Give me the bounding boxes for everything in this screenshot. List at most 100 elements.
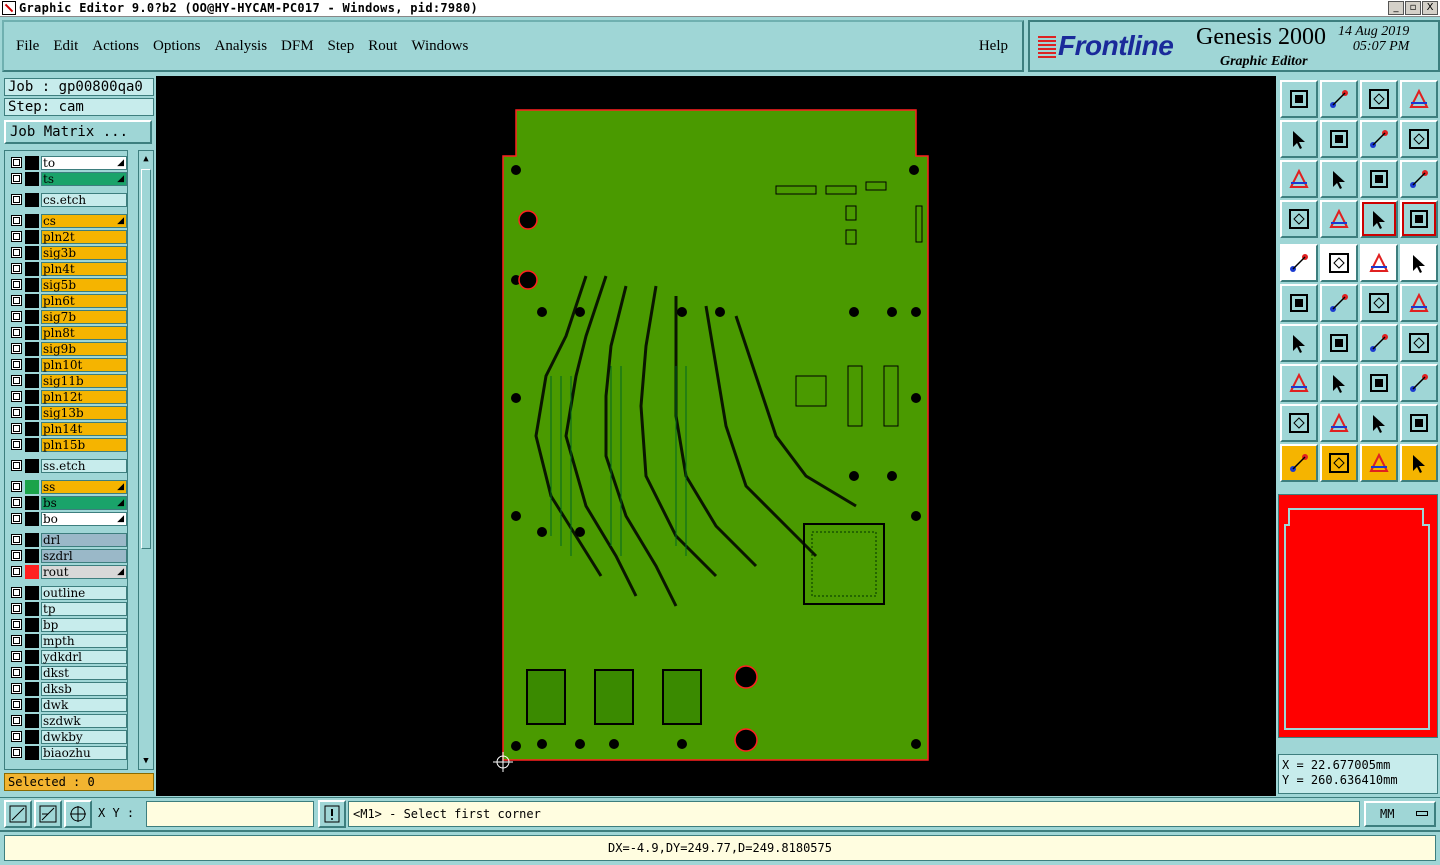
layer-checkbox[interactable] bbox=[11, 513, 22, 524]
layer-row[interactable]: sig7b bbox=[7, 309, 127, 324]
layer-row[interactable]: dksb bbox=[7, 681, 127, 696]
layer-name[interactable]: cs ◢ bbox=[41, 213, 127, 228]
layer-name[interactable]: mpth bbox=[41, 633, 127, 648]
units-dropdown[interactable]: MM bbox=[1364, 801, 1436, 827]
layer-name[interactable]: bo ◢ bbox=[41, 511, 127, 526]
layers-b-tool-button[interactable] bbox=[1400, 200, 1438, 238]
layer-checkbox[interactable] bbox=[11, 247, 22, 258]
layer-name[interactable]: pln2t bbox=[41, 229, 127, 244]
layer-checkbox[interactable] bbox=[11, 263, 22, 274]
layer-color-swatch[interactable] bbox=[25, 649, 39, 664]
scale-tool-button[interactable] bbox=[1360, 160, 1398, 198]
grid-mode-button[interactable] bbox=[64, 800, 92, 828]
layer-row[interactable]: dwk bbox=[7, 697, 127, 712]
graphic-canvas[interactable] bbox=[156, 76, 1276, 796]
layer-checkbox[interactable] bbox=[11, 566, 22, 577]
layer-color-swatch[interactable] bbox=[25, 585, 39, 600]
menu-edit[interactable]: Edit bbox=[53, 38, 78, 55]
layer-name[interactable]: biaozhu bbox=[41, 745, 127, 760]
tri-b-tool-button[interactable] bbox=[1320, 404, 1358, 442]
cursor-net-tool-button[interactable] bbox=[1400, 444, 1438, 482]
layer-checkbox[interactable] bbox=[11, 327, 22, 338]
layer-color-swatch[interactable] bbox=[25, 745, 39, 760]
board-overview[interactable] bbox=[1278, 494, 1438, 738]
layer-checkbox[interactable] bbox=[11, 311, 22, 322]
layer-color-swatch[interactable] bbox=[25, 437, 39, 452]
layer-row[interactable]: rout ◢ bbox=[7, 564, 127, 579]
layer-row[interactable]: pln8t bbox=[7, 325, 127, 340]
close-button[interactable]: X bbox=[1422, 1, 1438, 15]
layer-name[interactable]: ydkdrl bbox=[41, 649, 127, 664]
text-tool-button[interactable] bbox=[1400, 324, 1438, 362]
layer-row[interactable]: sig5b bbox=[7, 277, 127, 292]
layer-checkbox[interactable] bbox=[11, 215, 22, 226]
layer-row[interactable]: ss ◢ bbox=[7, 479, 127, 494]
layer-checkbox[interactable] bbox=[11, 651, 22, 662]
scroll-thumb[interactable] bbox=[141, 169, 151, 549]
angle-tool-button[interactable] bbox=[1280, 324, 1318, 362]
layer-checkbox[interactable] bbox=[11, 603, 22, 614]
layer-name[interactable]: to ◢ bbox=[41, 155, 127, 170]
menu-actions[interactable]: Actions bbox=[92, 38, 139, 55]
layer-color-swatch[interactable] bbox=[25, 293, 39, 308]
layer-row[interactable]: cs.etch bbox=[7, 192, 127, 207]
layer-color-swatch[interactable] bbox=[25, 421, 39, 436]
layer-row[interactable]: pln2t bbox=[7, 229, 127, 244]
layer-checkbox[interactable] bbox=[11, 375, 22, 386]
layer-name[interactable]: dkst bbox=[41, 665, 127, 680]
layer-color-swatch[interactable] bbox=[25, 341, 39, 356]
layer-color-swatch[interactable] bbox=[25, 548, 39, 563]
layer-row[interactable]: cs ◢ bbox=[7, 213, 127, 228]
layer-name[interactable]: szdwk bbox=[41, 713, 127, 728]
layer-name[interactable]: pln15b bbox=[41, 437, 127, 452]
menu-analysis[interactable]: Analysis bbox=[215, 38, 268, 55]
layer-color-swatch[interactable] bbox=[25, 633, 39, 648]
layer-color-swatch[interactable] bbox=[25, 665, 39, 680]
layer-color-swatch[interactable] bbox=[25, 389, 39, 404]
layer-color-swatch[interactable] bbox=[25, 373, 39, 388]
layer-name[interactable]: rout ◢ bbox=[41, 564, 127, 579]
layer-checkbox[interactable] bbox=[11, 667, 22, 678]
layer-name[interactable]: sig7b bbox=[41, 309, 127, 324]
layer-name[interactable]: szdrl bbox=[41, 548, 127, 563]
layer-color-swatch[interactable] bbox=[25, 479, 39, 494]
layer-checkbox[interactable] bbox=[11, 587, 22, 598]
xy-input[interactable] bbox=[146, 801, 314, 827]
alert-button[interactable] bbox=[318, 800, 346, 828]
layer-row[interactable]: to ◢ bbox=[7, 155, 127, 170]
layer-checkbox[interactable] bbox=[11, 231, 22, 242]
layer-color-swatch[interactable] bbox=[25, 729, 39, 744]
layer-checkbox[interactable] bbox=[11, 699, 22, 710]
layer-name[interactable]: sig9b bbox=[41, 341, 127, 356]
layer-row[interactable]: pln6t bbox=[7, 293, 127, 308]
zoom-out-tool-button[interactable] bbox=[1280, 120, 1318, 158]
layer-row[interactable]: mpth bbox=[7, 633, 127, 648]
layer-checkbox[interactable] bbox=[11, 359, 22, 370]
layer-color-swatch[interactable] bbox=[25, 697, 39, 712]
layers-a-tool-button[interactable] bbox=[1360, 200, 1398, 238]
layer-name[interactable]: sig3b bbox=[41, 245, 127, 260]
layer-color-swatch[interactable] bbox=[25, 458, 39, 473]
layer-name[interactable]: outline bbox=[41, 585, 127, 600]
layer-checkbox[interactable] bbox=[11, 391, 22, 402]
probe-tool-button[interactable] bbox=[1320, 200, 1358, 238]
layer-row[interactable]: sig11b bbox=[7, 373, 127, 388]
layer-checkbox[interactable] bbox=[11, 157, 22, 168]
layer-row[interactable]: szdwk bbox=[7, 713, 127, 728]
layer-checkbox[interactable] bbox=[11, 635, 22, 646]
layer-color-swatch[interactable] bbox=[25, 681, 39, 696]
layer-color-swatch[interactable] bbox=[25, 495, 39, 510]
layer-color-swatch[interactable] bbox=[25, 532, 39, 547]
redraw-tool-button[interactable] bbox=[1360, 120, 1398, 158]
layer-color-swatch[interactable] bbox=[25, 601, 39, 616]
layer-checkbox[interactable] bbox=[11, 619, 22, 630]
layer-name[interactable]: ss.etch bbox=[41, 458, 127, 473]
layer-name[interactable]: pln10t bbox=[41, 357, 127, 372]
layer-row[interactable]: bo ◢ bbox=[7, 511, 127, 526]
fit-tool-button[interactable] bbox=[1280, 160, 1318, 198]
layer-color-swatch[interactable] bbox=[25, 155, 39, 170]
layer-row[interactable]: bs ◢ bbox=[7, 495, 127, 510]
cursor-pick-tool-button[interactable] bbox=[1360, 444, 1398, 482]
layer-list-scrollbar[interactable]: ▲ ▼ bbox=[138, 150, 154, 770]
layer-color-swatch[interactable] bbox=[25, 213, 39, 228]
